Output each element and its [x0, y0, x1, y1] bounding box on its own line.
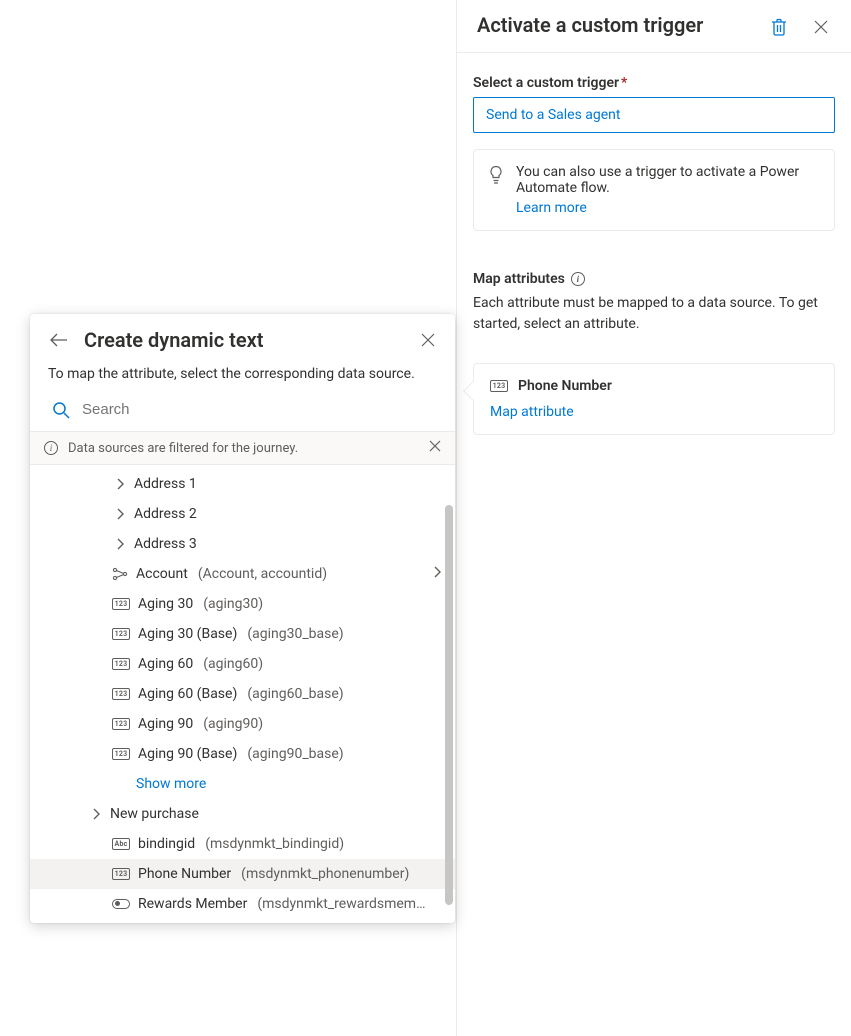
tree-item-aging90-base[interactable]: 123 Aging 90 (Base)(aging90_base) [30, 739, 455, 769]
tree-item-address-1[interactable]: Address 1 [30, 469, 455, 499]
attribute-card-pointer [463, 381, 483, 401]
tree-item-bindingid[interactable]: Abc bindingid(msdynmkt_bindingid) [30, 829, 455, 859]
tree-item-rewards-member[interactable]: Rewards Member(msdynmkt_rewardsmem… [30, 889, 455, 919]
info-icon: i [44, 441, 58, 455]
tree-item-aging30[interactable]: 123 Aging 30(aging30) [30, 589, 455, 619]
search-icon [52, 401, 70, 419]
chevron-right-icon [433, 566, 441, 582]
number-type-icon: 123 [112, 598, 130, 610]
popup-header: Create dynamic text [30, 314, 455, 358]
dismiss-filter-button[interactable] [429, 440, 441, 456]
close-popup-button[interactable] [419, 331, 437, 349]
close-icon [421, 333, 435, 347]
side-panel: Activate a custom trigger Select a custo… [456, 0, 851, 1036]
popup-description: To map the attribute, select the corresp… [30, 358, 455, 394]
chevron-right-icon [114, 478, 126, 490]
number-type-icon: 123 [112, 718, 130, 730]
trash-icon [771, 18, 787, 36]
tree-item-address-2[interactable]: Address 2 [30, 499, 455, 529]
tree-item-aging30-base[interactable]: 123 Aging 30 (Base)(aging30_base) [30, 619, 455, 649]
tree-item-address-3[interactable]: Address 3 [30, 529, 455, 559]
delete-button[interactable] [769, 16, 789, 38]
chevron-right-icon [90, 808, 102, 820]
panel-header: Activate a custom trigger [457, 0, 851, 53]
chevron-right-icon [114, 538, 126, 550]
number-type-icon: 123 [490, 380, 508, 392]
attribute-card[interactable]: 123 Phone Number Map attribute [473, 363, 835, 435]
tip-card: You can also use a trigger to activate a… [473, 149, 835, 231]
tree-item-aging90[interactable]: 123 Aging 90(aging90) [30, 709, 455, 739]
tree-item-aging60[interactable]: 123 Aging 60(aging60) [30, 649, 455, 679]
number-type-icon: 123 [112, 628, 130, 640]
show-more-link[interactable]: Show more [30, 769, 455, 799]
tree-item-phone-number[interactable]: 123 Phone Number(msdynmkt_phonenumber) [30, 859, 455, 889]
chevron-right-icon [114, 508, 126, 520]
number-type-icon: 123 [112, 748, 130, 760]
panel-body: Select a custom trigger* Send to a Sales… [457, 53, 851, 457]
back-button[interactable] [48, 331, 70, 349]
select-trigger-input[interactable]: Send to a Sales agent [473, 97, 835, 133]
info-icon[interactable]: i [571, 272, 585, 286]
map-attribute-link[interactable]: Map attribute [490, 404, 574, 420]
tree-item-aging60-base[interactable]: 123 Aging 60 (Base)(aging60_base) [30, 679, 455, 709]
text-type-icon: Abc [112, 838, 130, 850]
search-row [30, 394, 455, 431]
arrow-left-icon [50, 333, 68, 347]
select-trigger-label: Select a custom trigger* [473, 75, 835, 91]
data-source-tree: Address 1 Address 2 Address 3 Account (A… [30, 465, 455, 923]
search-input[interactable] [80, 400, 437, 419]
boolean-type-icon [112, 899, 130, 909]
tip-text: You can also use a trigger to activate a… [516, 164, 799, 196]
tree-item-account[interactable]: Account (Account, accountid) [30, 559, 455, 589]
number-type-icon: 123 [112, 868, 130, 880]
close-icon [429, 440, 441, 452]
map-attributes-desc: Each attribute must be mapped to a data … [473, 293, 835, 335]
number-type-icon: 123 [112, 688, 130, 700]
popup-title: Create dynamic text [84, 328, 405, 352]
tree-item-new-purchase[interactable]: New purchase [30, 799, 455, 829]
filter-text: Data sources are filtered for the journe… [68, 441, 298, 456]
lightbulb-icon [488, 165, 504, 189]
panel-header-actions [769, 12, 831, 38]
tip-content: You can also use a trigger to activate a… [516, 164, 820, 216]
scrollbar-thumb[interactable] [445, 505, 453, 905]
dynamic-text-popup: Create dynamic text To map the attribute… [30, 314, 455, 923]
learn-more-link[interactable]: Learn more [516, 200, 587, 216]
panel-title: Activate a custom trigger [477, 12, 703, 38]
number-type-icon: 123 [112, 658, 130, 670]
filter-bar: i Data sources are filtered for the jour… [30, 431, 455, 465]
lookup-icon [112, 567, 128, 581]
close-panel-button[interactable] [811, 16, 831, 38]
close-icon [813, 19, 829, 35]
attribute-name: Phone Number [518, 378, 612, 394]
map-attributes-header: Map attributes i [473, 271, 835, 287]
